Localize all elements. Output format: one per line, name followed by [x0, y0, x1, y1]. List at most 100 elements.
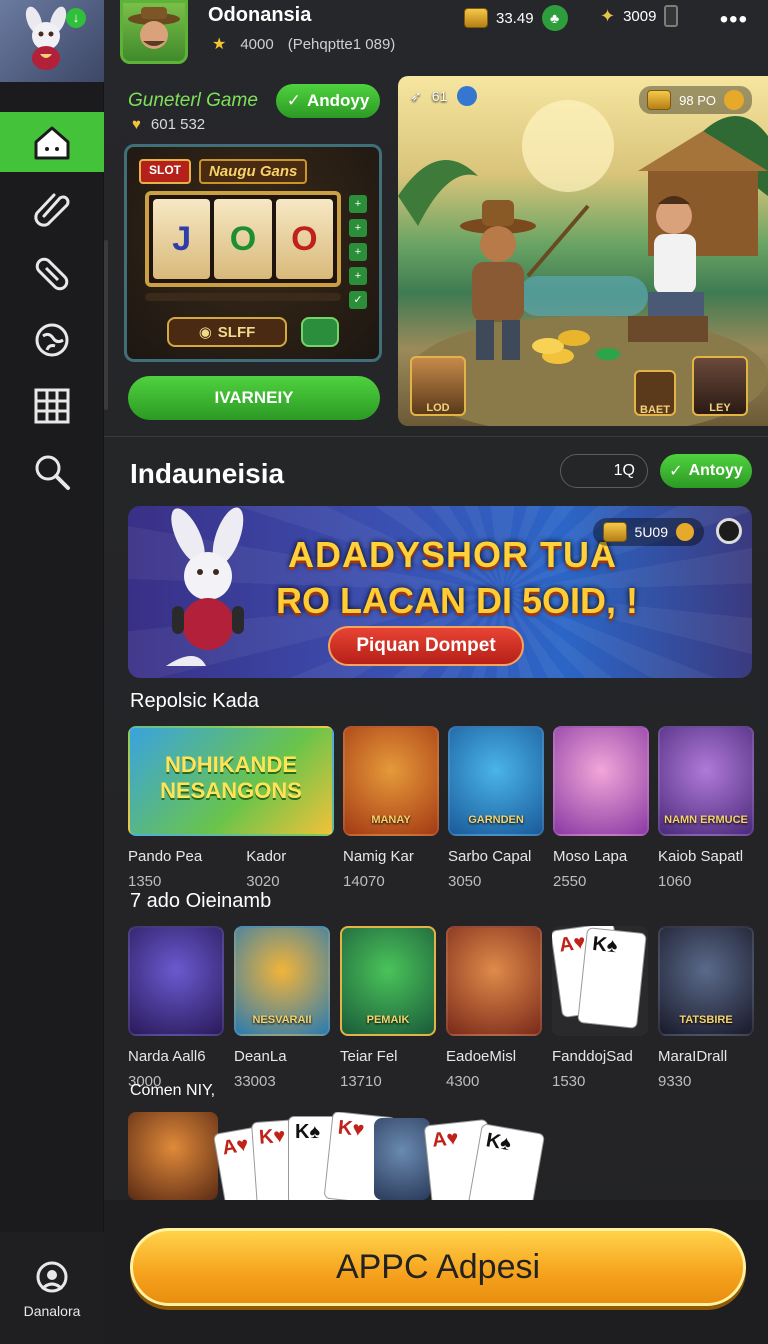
player-portrait-icon [128, 7, 180, 49]
game-value: 1530 [552, 1073, 586, 1090]
cards-title: Comen NIY, [130, 1082, 216, 1099]
more-options-button[interactable]: ••• [720, 6, 748, 34]
game-thumbnail-label: NESVARAII [252, 1014, 312, 1026]
sidebar-scrollbar[interactable] [104, 240, 108, 410]
game-thumbnail[interactable]: GARNDEN [448, 726, 544, 836]
game-tile[interactable]: NDHIKANDE NESANGONS Pando Pea 1350 Kador… [128, 726, 334, 890]
game-tile[interactable]: Narda Aall6 3000 [128, 926, 224, 1090]
game-tile[interactable]: EadoeMisl 4300 [446, 926, 542, 1090]
sidebar-item-search[interactable] [0, 442, 104, 502]
grid-icon [34, 388, 70, 424]
game-value: 1060 [658, 873, 692, 890]
app-avatar[interactable]: ↓ [0, 0, 104, 82]
game-name: Namig Kar [343, 848, 414, 865]
game-thumbnail[interactable]: MANAY [343, 726, 439, 836]
gem-balance[interactable]: ✦ 3009 [600, 5, 679, 27]
slot-machine-card[interactable]: SLOT Naugu Gans J O O + + + + ✓ ◉ SLFF [124, 144, 382, 362]
slot-side-buttons: + + + + ✓ [349, 195, 367, 309]
game-value: 3050 [448, 873, 482, 890]
game-tile[interactable]: NESVARAII DeanLa 33003 [234, 926, 330, 1090]
sidebar-item-grid[interactable] [0, 376, 104, 436]
sidebar-profile-button[interactable]: Danalora [0, 1232, 104, 1344]
game-thumbnail[interactable]: NESVARAII [234, 926, 330, 1036]
section-apply-label: Antoyy [688, 462, 743, 479]
globe-icon [35, 323, 69, 357]
game-tile[interactable]: A♥ K♠ FanddojSad 1530 [552, 926, 648, 1090]
game-name: MaraIDrall [658, 1048, 728, 1065]
featured-cta-button[interactable]: IVARNEIY [128, 376, 380, 420]
slot-check-icon[interactable]: ✓ [349, 291, 367, 309]
grid1-title: Repolsic Kada [130, 690, 259, 712]
user-name: Odonansia [208, 4, 312, 26]
promo-banner[interactable]: ADADYSHOR TUA RO LACAN DI 5OID, ! Piquan… [128, 506, 752, 678]
game-value: 14070 [343, 873, 385, 890]
sidebar: ↓ Danalora [0, 0, 108, 1344]
game-thumbnail[interactable]: NAMN ERMUCE [658, 726, 754, 836]
phone-icon [664, 5, 679, 27]
slot-plus-icon[interactable]: + [349, 243, 367, 261]
main-cta-button[interactable]: APPC Adpesi [130, 1228, 746, 1306]
slot-reel: O [275, 199, 333, 279]
target-icon[interactable] [716, 518, 742, 544]
coin-stack-icon [602, 522, 627, 542]
game-thumbnail[interactable]: NDHIKANDE NESANGONS [128, 726, 334, 836]
game-thumbnail[interactable]: PEMAIK [340, 926, 436, 1036]
game-thumbnail[interactable] [128, 1112, 218, 1200]
game-name: FanddojSad [552, 1048, 633, 1065]
check-icon: ✓ [286, 91, 301, 110]
section-title: Indauneisia [130, 458, 285, 489]
game-thumbnail[interactable]: A♥ K♠ [552, 926, 648, 1036]
slot-tag: SLOT [139, 159, 191, 184]
grid2-title: 7 ado Oieinamb [130, 890, 272, 912]
slot-bet-label: SLFF [217, 323, 256, 341]
game-thumbnail-label: PEMAIK [366, 1014, 410, 1026]
featured-apply-button[interactable]: ✓ Andoyy [276, 84, 380, 118]
slot-plus-icon[interactable]: + [349, 219, 367, 237]
game-tile[interactable]: MANAY Namig Kar 14070 [343, 726, 439, 890]
game-tile[interactable]: Moso Lapa 2550 [553, 726, 649, 890]
game-thumbnail[interactable]: TATSBIRE [658, 926, 754, 1036]
slot-plus-icon[interactable]: + [349, 195, 367, 213]
cards-row[interactable]: A♥ K♥ K♠ K♥ A♥ K♠ [128, 1112, 768, 1200]
game-thumbnail[interactable] [446, 926, 542, 1036]
slot-plus-icon[interactable]: + [349, 267, 367, 285]
game-thumbnail-label: NDHIKANDE NESANGONS [160, 752, 302, 803]
game-name: Kador [246, 848, 287, 865]
art-badge[interactable]: BAET [634, 370, 676, 416]
sidebar-item-capsule[interactable] [0, 244, 104, 304]
art-coin-balance: 98 PO [639, 86, 752, 114]
game-name: Narda Aall6 [128, 1048, 206, 1065]
coin-stack-icon [464, 8, 488, 28]
game-tile[interactable]: TATSBIRE MaraIDrall 9330 [658, 926, 754, 1090]
slot-header: SLOT Naugu Gans [139, 159, 308, 184]
featured-art-card[interactable]: ➶ 61 98 PO LOD BAET LEY [398, 76, 768, 426]
banner-button[interactable]: Piquan Dompet [328, 626, 524, 666]
game-thumbnail[interactable] [374, 1118, 430, 1200]
banner-coin-value: 5U09 [634, 524, 668, 540]
coin-stack-icon [647, 90, 672, 110]
feather-icon: ➶ [410, 87, 422, 104]
sidebar-item-attach[interactable] [0, 178, 104, 238]
game-name: EadoeMisl [446, 1048, 517, 1065]
section-apply-button[interactable]: ✓ Antoyy [660, 454, 752, 488]
game-thumbnail[interactable] [128, 926, 224, 1036]
game-name: Sarbo Capal [448, 848, 532, 865]
art-badge[interactable]: LOD [410, 356, 466, 416]
game-thumbnail[interactable] [553, 726, 649, 836]
game-tile[interactable]: GARNDEN Sarbo Capal 3050 [448, 726, 544, 890]
game-tile[interactable]: PEMAIK Teiar Fel 13710 [340, 926, 436, 1090]
section-search-input[interactable]: 1Q [560, 454, 648, 488]
sidebar-item-home[interactable] [0, 112, 104, 172]
slot-coins-button[interactable] [301, 317, 339, 347]
slot-bet-button[interactable]: ◉ SLFF [167, 317, 287, 347]
coin-balance[interactable]: 33.49 ♣ [464, 5, 568, 31]
game-value: 2550 [553, 873, 587, 890]
game-tile[interactable]: NAMN ERMUCE Kaiob Sapatl 1060 [658, 726, 754, 890]
user-avatar[interactable] [120, 0, 188, 64]
slot-controls: ◉ SLFF [167, 317, 339, 347]
sidebar-nav [0, 112, 104, 508]
slot-progress-bar [145, 293, 341, 301]
art-badge[interactable]: LEY [692, 356, 748, 416]
sidebar-item-globe[interactable] [0, 310, 104, 370]
slot-reels: J O O [145, 191, 341, 287]
